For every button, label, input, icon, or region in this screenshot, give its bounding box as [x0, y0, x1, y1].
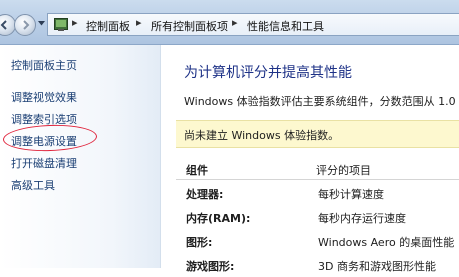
forward-arrow-icon — [23, 20, 30, 30]
chevron-down-icon[interactable] — [38, 21, 45, 26]
sidebar-item-disk-cleanup[interactable]: 打开磁盘清理 — [11, 155, 77, 171]
sidebar-item-visual-effects[interactable]: 调整视觉效果 — [11, 89, 77, 105]
page-title: 为计算机评分并提高其性能 — [184, 65, 352, 81]
column-header-component: 组件 — [186, 164, 208, 177]
component-label: 游戏图形: — [186, 260, 235, 273]
breadcrumb-separator[interactable]: ▸ — [232, 16, 238, 29]
rated-item: 每秒内存运行速度 — [318, 212, 406, 225]
sidebar: 控制面板主页 调整视觉效果 调整索引选项 调整电源设置 打开磁盘清理 高级工具 — [0, 45, 161, 268]
forward-button[interactable] — [14, 14, 36, 36]
rated-item: 3D 商务和游戏图形性能 — [318, 260, 436, 273]
breadcrumb-separator[interactable]: ▸ — [72, 16, 78, 29]
navigation-bar: ▸ 控制面板 ▸ 所有控制面板项 ▸ 性能信息和工具 — [0, 0, 459, 45]
notice-banner: 尚未建立 Windows 体验指数。 — [176, 120, 459, 148]
rated-item: Windows Aero 的桌面性能 — [318, 236, 455, 249]
table-row: 内存(RAM): 每秒内存运行速度 — [176, 205, 459, 229]
sidebar-item-advanced-tools[interactable]: 高级工具 — [11, 177, 55, 193]
column-header-rated-item: 评分的项目 — [316, 164, 371, 177]
table-row: 处理器: 每秒计算速度 — [176, 181, 459, 205]
component-label: 处理器: — [186, 188, 224, 201]
notice-text: 尚未建立 Windows 体验指数。 — [184, 129, 340, 142]
back-arrow-icon — [0, 20, 7, 30]
breadcrumb-item-performance[interactable]: 性能信息和工具 — [247, 18, 324, 34]
table-header: 组件 评分的项目 — [176, 157, 459, 180]
breadcrumb-item-all-items[interactable]: 所有控制面板项 — [151, 18, 228, 34]
page-description: Windows 体验指数评估主要系统组件，分数范围从 1.0 到 — [184, 95, 459, 108]
component-label: 图形: — [186, 236, 213, 249]
component-label: 内存(RAM): — [186, 212, 251, 225]
control-panel-icon — [54, 18, 68, 31]
address-bar[interactable]: ▸ 控制面板 ▸ 所有控制面板项 ▸ 性能信息和工具 — [47, 13, 459, 36]
breadcrumb-item-control-panel[interactable]: 控制面板 — [86, 18, 130, 34]
rated-item: 每秒计算速度 — [318, 188, 384, 201]
sidebar-item-home[interactable]: 控制面板主页 — [11, 57, 77, 73]
breadcrumb-separator[interactable]: ▸ — [136, 16, 142, 29]
table-row: 游戏图形: 3D 商务和游戏图形性能 — [176, 253, 459, 277]
table-row: 图形: Windows Aero 的桌面性能 — [176, 229, 459, 253]
